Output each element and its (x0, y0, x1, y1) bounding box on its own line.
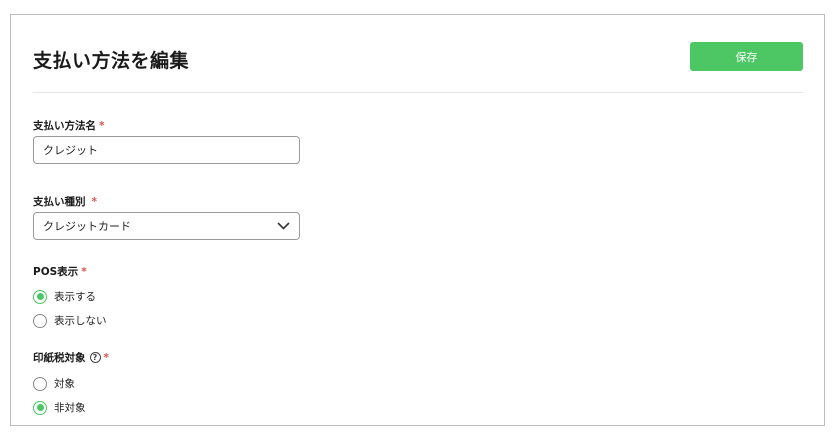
stamp-tax-option-non-target[interactable]: 非対象 (33, 400, 86, 415)
required-mark: * (81, 265, 87, 278)
radio-unselected-icon[interactable] (33, 376, 47, 391)
payment-name-input[interactable] (33, 136, 300, 164)
required-mark: * (99, 119, 105, 132)
pos-display-option-hide[interactable]: 表示しない (33, 313, 107, 328)
edit-payment-panel: 支払い方法を編集 保存 支払い方法名 * 支払い種別 * クレジットカード PO… (10, 14, 825, 426)
page-title: 支払い方法を編集 (33, 50, 190, 72)
pos-display-label: POS表示 * (33, 264, 87, 279)
radio-label: 非対象 (54, 402, 86, 414)
required-mark: * (103, 351, 110, 364)
radio-selected-icon[interactable] (33, 289, 47, 304)
header-divider (33, 92, 803, 93)
radio-unselected-icon[interactable] (33, 313, 47, 328)
pos-display-option-show[interactable]: 表示する (33, 289, 96, 304)
pos-display-label-text: POS表示 (33, 266, 79, 278)
payment-type-label-text: 支払い種別 (33, 196, 86, 208)
help-icon[interactable]: ? (89, 352, 101, 363)
payment-type-label: 支払い種別 * (33, 194, 97, 209)
radio-label: 表示する (54, 291, 96, 303)
payment-name-label: 支払い方法名 * (33, 118, 105, 133)
radio-label: 表示しない (54, 315, 107, 327)
payment-type-select[interactable]: クレジットカード (33, 212, 300, 240)
chevron-down-icon (277, 222, 290, 230)
stamp-tax-option-target[interactable]: 対象 (33, 376, 75, 391)
required-mark: * (91, 195, 98, 208)
radio-label: 対象 (54, 378, 75, 390)
stamp-tax-label-text: 印紙税対象 (33, 352, 86, 364)
payment-type-selected-value: クレジットカード (43, 220, 131, 233)
payment-name-label-text: 支払い方法名 (33, 120, 96, 132)
save-button[interactable]: 保存 (690, 42, 803, 71)
radio-selected-icon[interactable] (33, 400, 47, 415)
stamp-tax-label: 印紙税対象 ? * (33, 350, 109, 365)
